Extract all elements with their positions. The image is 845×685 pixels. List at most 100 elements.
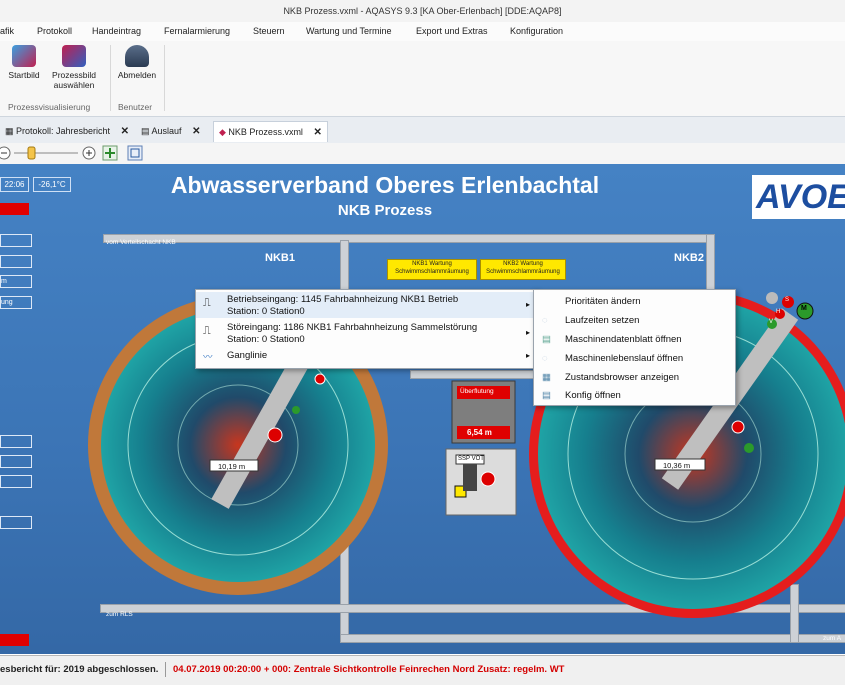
table-icon: ▦: [5, 126, 17, 136]
context-item-stoerung[interactable]: ⎍ Störeingang: 1186 NKB1 Fahrbahnheizung…: [196, 320, 536, 346]
submenu-item[interactable]: ▤ Maschinendatenblatt öffnen: [534, 330, 735, 349]
wartung-line: NKB1 Wartung: [412, 261, 452, 267]
submenu-item[interactable]: ▤ Konfig öffnen: [534, 386, 735, 405]
document-tabs: ▦ Protokoll: Jahresbericht ✕ ▤ Auslauf ✕…: [0, 117, 845, 144]
clock-icon: ◌: [542, 315, 548, 326]
nkb2-h-label: H: [776, 309, 781, 315]
ribbon-separator: [110, 45, 111, 111]
startbild-label: Startbild: [8, 70, 40, 80]
tab-label: Auslauf: [151, 126, 182, 136]
context-item-line1: Betriebseingang: 1145 Fahrbahnheizung NK…: [227, 294, 459, 305]
menu-bar: afik Protokoll Handeintrag Fernalarmieru…: [0, 22, 845, 42]
menu-handeintrag[interactable]: Handeintrag: [92, 22, 141, 41]
nkb1-status-indicator[interactable]: [314, 373, 326, 385]
menu-konfiguration[interactable]: Konfiguration: [510, 22, 563, 41]
submenu-item[interactable]: ◌ Laufzeiten setzen: [534, 311, 735, 330]
process-canvas: vom Verteilschacht NKB zum RLS zum A Abw…: [0, 164, 845, 654]
nkb2-status-indicator[interactable]: [766, 292, 778, 304]
wartung-line: NKB2 Wartung: [503, 261, 543, 267]
pump-indicator[interactable]: [480, 471, 496, 487]
nkb2-s-label: S: [785, 297, 790, 303]
prozessbild-label-1: Prozessbild: [52, 70, 96, 80]
tab-auslauf[interactable]: ▤ Auslauf ✕: [136, 121, 205, 141]
wartung-line: Schwimmschlammräumung: [395, 269, 469, 275]
status-alarm[interactable]: 04.07.2019 00:20:00 + 000: Zentrale Sich…: [173, 656, 565, 683]
startbild-icon: [12, 45, 36, 67]
abmelden-button[interactable]: Abmelden: [116, 45, 158, 80]
history-icon: ◌: [542, 353, 548, 364]
submenu-item-label: Maschinenlebenslauf öffnen: [565, 353, 684, 364]
zoom-controls: [0, 145, 143, 161]
tab-protokoll[interactable]: ▦ Protokoll: Jahresbericht ✕: [0, 121, 134, 141]
nkb2-level: 10,36 m: [663, 461, 691, 470]
status-message: esbericht für: 2019 abgeschlossen.: [0, 664, 159, 675]
tab-label: Protokoll: Jahresbericht: [16, 126, 111, 136]
nkb2-m-label: M: [801, 305, 807, 312]
nkb2-v-label: V: [769, 319, 774, 325]
signal-icon: ⎍: [203, 297, 211, 309]
menu-grafik[interactable]: afik: [0, 22, 14, 41]
wartung-nkb1-badge[interactable]: NKB1 Wartung Schwimmschlammräumung: [387, 259, 477, 280]
submenu-item-label: Laufzeiten setzen: [565, 315, 640, 326]
submenu-item[interactable]: Prioritäten ändern: [534, 292, 735, 311]
tank-graphics: [88, 290, 845, 618]
submenu-item-label: Zustandsbrowser anzeigen: [565, 372, 680, 383]
config-icon: ▤: [542, 390, 551, 401]
submenu-item-label: Prioritäten ändern: [565, 296, 641, 307]
menu-export[interactable]: Export und Extras: [416, 22, 488, 41]
group-label-benutzer: Benutzer: [118, 102, 153, 112]
wartung-line: Schwimmschlammräumung: [486, 269, 560, 275]
fit-screen-icon[interactable]: [127, 145, 143, 161]
window-title: NKB Prozess.vxml - AQASYS 9.3 [KA Ober-E…: [0, 0, 845, 22]
prozessbild-label-2: auswählen: [53, 80, 95, 90]
context-submenu: Prioritäten ändern ◌ Laufzeiten setzen ▤…: [533, 289, 736, 406]
menu-fernalarmierung[interactable]: Fernalarmierung: [164, 22, 230, 41]
abmelden-label: Abmelden: [117, 70, 157, 80]
nkb1-motor-indicator[interactable]: [267, 427, 283, 443]
nkb1-label: NKB1: [265, 252, 295, 264]
shaft-level: 6,54 m: [467, 428, 492, 437]
tab-label: NKB Prozess.vxml: [228, 127, 303, 137]
menu-protokoll[interactable]: Protokoll: [37, 22, 72, 41]
nkb1-level: 10,19 m: [218, 462, 246, 471]
nkb2-status-indicator[interactable]: [744, 443, 754, 453]
submenu-item-label: Konfig öffnen: [565, 390, 621, 401]
chevron-right-icon: ▸: [525, 300, 530, 309]
submenu-item-label: Maschinendatenblatt öffnen: [565, 334, 682, 345]
nkb2-motor-indicator[interactable]: [731, 420, 745, 434]
menu-steuern[interactable]: Steuern: [253, 22, 285, 41]
context-item-betrieb[interactable]: ⎍ Betriebseingang: 1145 Fahrbahnheizung …: [196, 292, 536, 318]
context-menu: ⎍ Betriebseingang: 1145 Fahrbahnheizung …: [195, 289, 537, 369]
ribbon-separator: [164, 45, 165, 111]
status-bar: esbericht für: 2019 abgeschlossen. 04.07…: [0, 655, 845, 685]
context-item-line2: Station: 0 Station0: [227, 306, 305, 317]
user-logout-icon: [125, 45, 149, 67]
close-icon[interactable]: ✕: [192, 122, 200, 142]
close-icon[interactable]: ✕: [121, 122, 129, 142]
prozessbild-button[interactable]: Prozessbild auswählen: [48, 45, 100, 90]
startbild-button[interactable]: Startbild: [6, 45, 42, 80]
ribbon: Startbild Prozessbild auswählen Abmelden…: [0, 41, 845, 117]
chevron-right-icon: ▸: [525, 351, 530, 360]
nkb1-status-indicator[interactable]: [292, 406, 300, 414]
browser-icon: ▦: [542, 372, 551, 383]
submenu-item[interactable]: ◌ Maschinenlebenslauf öffnen: [534, 349, 735, 368]
group-label-prozess: Prozessvisualisierung: [8, 102, 91, 112]
nkb2-label: NKB2: [674, 252, 704, 264]
chevron-right-icon: ▸: [525, 328, 530, 337]
context-item-ganglinie[interactable]: 〰 Ganglinie ▸: [196, 348, 536, 365]
close-icon[interactable]: ✕: [313, 123, 321, 143]
context-item-line2: Station: 0 Station0: [227, 334, 305, 345]
zoom-toolbar: [0, 143, 845, 165]
status-divider: [165, 662, 166, 677]
document-icon: ▤: [542, 334, 551, 345]
submenu-item[interactable]: ▦ Zustandsbrowser anzeigen: [534, 368, 735, 387]
signal-icon: ⎍: [203, 325, 211, 337]
process-icon: ◆: [219, 127, 229, 137]
wartung-nkb2-badge[interactable]: NKB2 Wartung Schwimmschlammräumung: [480, 259, 566, 280]
context-item-line1: Ganglinie: [227, 350, 268, 361]
context-item-line1: Störeingang: 1186 NKB1 Fahrbahnheizung S…: [227, 322, 478, 333]
tab-nkb-prozess[interactable]: ◆ NKB Prozess.vxml ✕: [213, 121, 328, 142]
zoom-slider-thumb[interactable]: [27, 146, 36, 160]
menu-wartung[interactable]: Wartung und Termine: [306, 22, 392, 41]
